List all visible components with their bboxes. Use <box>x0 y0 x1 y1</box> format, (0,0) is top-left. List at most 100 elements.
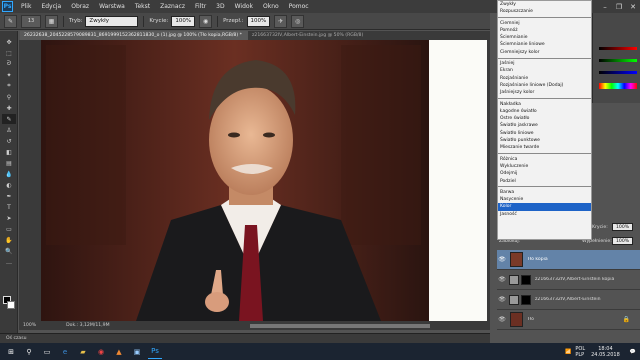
lasso-tool-icon[interactable]: ᘐ <box>2 59 16 69</box>
media-app-icon[interactable]: ▲ <box>112 345 126 359</box>
blend-mode-option[interactable]: Jaśniejszy kolor <box>498 89 591 96</box>
tab-document-active[interactable]: 26232638_2045228579089831_86919991523628… <box>20 31 248 40</box>
windows-start-icon[interactable]: ⊞ <box>4 345 18 359</box>
blend-mode-option[interactable]: Nakładka <box>498 101 591 108</box>
timeline-label[interactable]: Oś czasu <box>6 336 27 341</box>
search-icon[interactable]: ⚲ <box>22 345 36 359</box>
blend-mode-option[interactable]: Rozjaśnianie liniowe (Dodaj) <box>498 82 591 89</box>
menu-3d[interactable]: 3D <box>211 3 229 10</box>
blend-mode-option[interactable]: Zwykły <box>498 1 591 8</box>
menu-filtr[interactable]: Filtr <box>190 3 211 10</box>
keyboard-layout[interactable]: PLP <box>575 352 585 358</box>
eye-icon[interactable]: 👁 <box>497 256 507 263</box>
layer-opacity-input[interactable]: 100% <box>612 223 634 231</box>
brush-tool-icon[interactable]: ✎ <box>2 114 16 124</box>
red-slider[interactable] <box>599 47 637 50</box>
brush-panel-icon[interactable]: ▦ <box>45 14 58 28</box>
dodge-tool-icon[interactable]: ◐ <box>2 180 16 190</box>
airbrush-icon[interactable]: ✈ <box>274 14 288 28</box>
healing-brush-tool-icon[interactable]: ✚ <box>2 103 16 113</box>
type-tool-icon[interactable]: T <box>2 202 16 212</box>
green-slider[interactable] <box>599 59 637 62</box>
app-icon[interactable]: ▣ <box>130 345 144 359</box>
mode-select[interactable]: Zwykły <box>85 15 139 27</box>
layer-row[interactable]: 👁 Tło kopia <box>497 250 640 270</box>
blend-mode-option[interactable]: Kolor <box>498 203 591 211</box>
path-select-tool-icon[interactable]: ➤ <box>2 213 16 223</box>
pen-tool-icon[interactable]: ✒ <box>2 191 16 201</box>
hand-tool-icon[interactable]: ✋ <box>2 235 16 245</box>
eye-icon[interactable]: 👁 <box>497 276 507 283</box>
background-color-swatch[interactable] <box>7 301 15 309</box>
blue-slider[interactable] <box>599 71 637 74</box>
blend-mode-option[interactable]: Ściemnianie liniowe <box>498 41 591 48</box>
layer-row[interactable]: 👁 Tło 🔒 <box>497 310 640 330</box>
menu-warstwa[interactable]: Warstwa <box>94 3 130 10</box>
blend-mode-option[interactable]: Ostre światło <box>498 115 591 122</box>
menu-pomoc[interactable]: Pomoc <box>284 3 314 10</box>
menu-widok[interactable]: Widok <box>230 3 258 10</box>
menu-edycja[interactable]: Edycja <box>36 3 66 10</box>
task-view-icon[interactable]: ▭ <box>40 345 54 359</box>
chrome-icon[interactable]: ◉ <box>94 345 108 359</box>
blend-mode-option[interactable]: Rozjaśnianie <box>498 75 591 82</box>
blend-mode-option[interactable]: Łagodne światło <box>498 108 591 115</box>
document-image[interactable] <box>41 40 487 321</box>
move-tool-icon[interactable]: ✥ <box>2 37 16 47</box>
menu-zaznacz[interactable]: Zaznacz <box>155 3 190 10</box>
menu-obraz[interactable]: Obraz <box>66 3 94 10</box>
blend-mode-option[interactable]: Światło jaskrawe <box>498 122 591 129</box>
flow-input[interactable]: 100% <box>246 15 271 27</box>
tab-document-einstein[interactable]: z21663732IV,Albert-Einstein.jpg @ 50% (R… <box>248 31 416 40</box>
zoom-level[interactable]: 100% <box>23 323 36 328</box>
blend-mode-option[interactable]: Ekran <box>498 67 591 74</box>
marquee-tool-icon[interactable]: ⬚ <box>2 48 16 58</box>
edge-browser-icon[interactable]: e <box>58 345 72 359</box>
horizontal-scrollbar[interactable] <box>250 324 430 328</box>
menu-plik[interactable]: Plik <box>16 3 36 10</box>
shape-tool-icon[interactable]: ▭ <box>2 224 16 234</box>
close-button[interactable]: ✕ <box>626 0 640 13</box>
blend-mode-option[interactable]: Światło liniowe <box>498 130 591 137</box>
history-brush-tool-icon[interactable]: ↺ <box>2 136 16 146</box>
eyedropper-tool-icon[interactable]: ⚲ <box>2 92 16 102</box>
blend-mode-option[interactable]: Odejmij <box>498 170 591 177</box>
blend-mode-option[interactable]: Jaśniej <box>498 60 591 67</box>
blend-mode-option[interactable]: Podziel <box>498 178 591 185</box>
crop-tool-icon[interactable]: ⌗ <box>2 81 16 91</box>
blend-mode-option[interactable]: Ciemniej <box>498 20 591 27</box>
brush-tool-icon[interactable]: ✎ <box>4 14 17 28</box>
file-explorer-icon[interactable]: ▰ <box>76 345 90 359</box>
eye-icon[interactable]: 👁 <box>497 316 507 323</box>
clone-stamp-tool-icon[interactable]: ♙ <box>2 125 16 135</box>
eye-icon[interactable]: 👁 <box>497 296 507 303</box>
blur-tool-icon[interactable]: 💧 <box>2 169 16 179</box>
photoshop-taskbar-icon[interactable]: Ps <box>148 344 162 359</box>
pressure-size-icon[interactable]: ◎ <box>291 14 305 28</box>
pressure-opacity-icon[interactable]: ◉ <box>199 14 213 28</box>
clock-date[interactable]: 24.05.2018 <box>591 352 620 358</box>
quick-select-tool-icon[interactable]: ✦ <box>2 70 16 80</box>
blend-mode-option[interactable]: Pomnóż <box>498 27 591 34</box>
fill-input[interactable]: 100% <box>612 237 634 245</box>
blend-mode-option[interactable]: Światło punktowe <box>498 137 591 144</box>
zoom-tool-icon[interactable]: 🔍 <box>2 246 16 256</box>
maximize-button[interactable]: ❐ <box>612 0 626 13</box>
menu-tekst[interactable]: Tekst <box>130 3 155 10</box>
blend-mode-option[interactable]: Ściemnianie <box>498 34 591 41</box>
layer-row[interactable]: 👁 z21663732IV,Albert-Einstein <box>497 290 640 310</box>
brush-preset-picker[interactable]: 13 <box>21 14 41 28</box>
blend-mode-option[interactable]: Różnica <box>498 156 591 163</box>
blend-mode-option[interactable]: Rozpuszczanie <box>498 8 591 15</box>
eraser-tool-icon[interactable]: ◧ <box>2 147 16 157</box>
canvas-area[interactable] <box>19 40 490 321</box>
gradient-tool-icon[interactable]: ▤ <box>2 158 16 168</box>
blend-mode-option[interactable]: Nasycenie <box>498 196 591 203</box>
menu-okno[interactable]: Okno <box>258 3 284 10</box>
blend-mode-option[interactable]: Barwa <box>498 189 591 196</box>
notifications-icon[interactable]: 💬 <box>630 349 636 355</box>
color-spectrum[interactable] <box>599 83 637 89</box>
blend-mode-option[interactable]: Mieszanie twarde <box>498 144 591 151</box>
network-icon[interactable]: 📶 <box>565 349 571 355</box>
opacity-input[interactable]: 100% <box>171 15 196 27</box>
